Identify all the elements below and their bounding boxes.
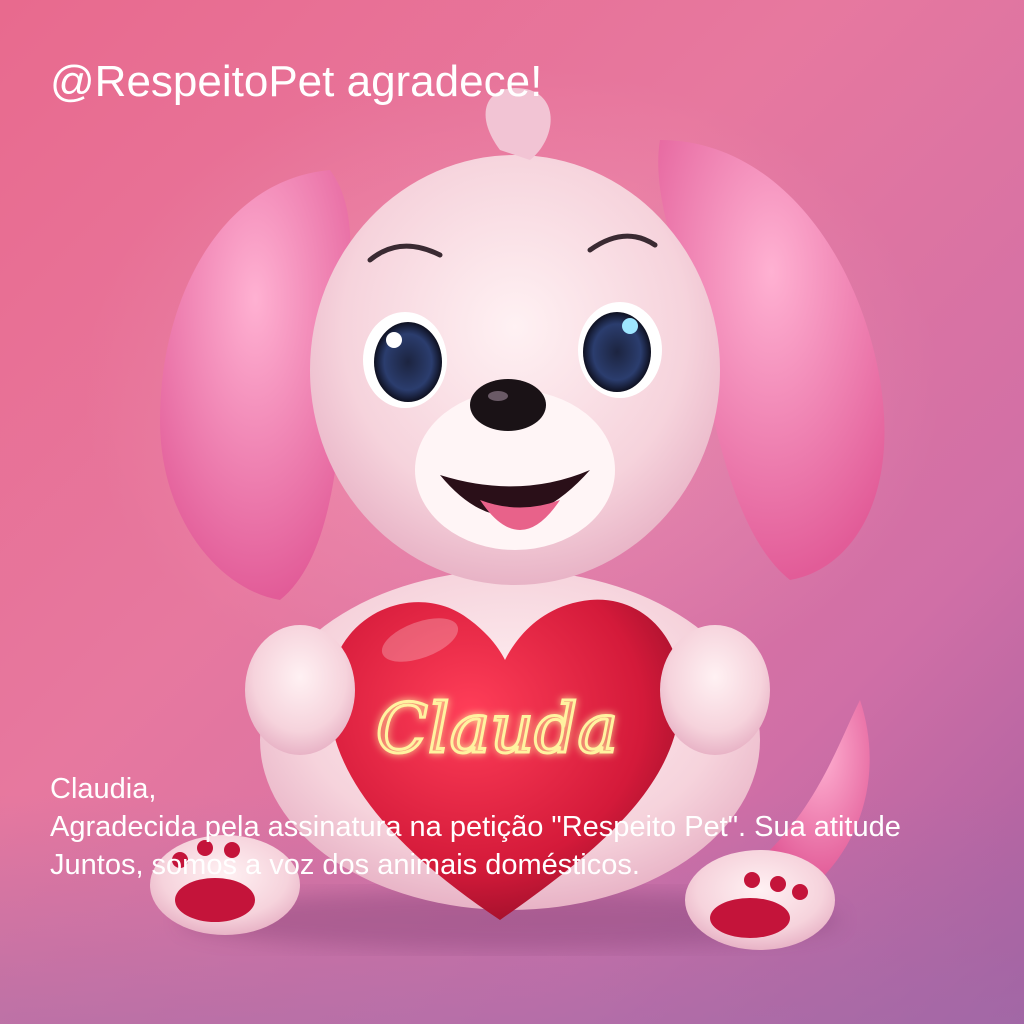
thank-you-message: Claudia, Agradecida pela assinatura na p… [50, 770, 1024, 884]
heart-name-text: Clauda [376, 690, 618, 769]
message-greeting: Claudia, [50, 773, 157, 805]
headline: @RespeitoPet agradece! [50, 57, 543, 106]
message-line-1: Agradecida pela assinatura na petição "R… [50, 811, 901, 843]
right-eye [578, 302, 662, 398]
right-paw [660, 625, 770, 755]
nose-highlight [488, 391, 508, 401]
message-line-2: Juntos, somos a voz dos animais doméstic… [50, 849, 640, 881]
left-paw [245, 625, 355, 755]
left-eye [363, 312, 447, 408]
nose [470, 379, 546, 431]
